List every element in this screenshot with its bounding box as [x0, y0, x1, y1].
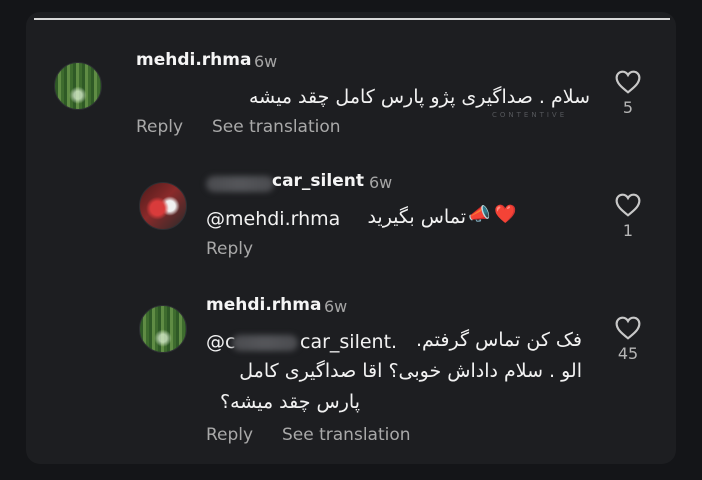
like-count: 1 [622, 221, 634, 240]
reply-button[interactable]: Reply [206, 425, 253, 445]
megaphone-icon: 📣 [468, 204, 491, 225]
avatar[interactable] [139, 305, 187, 353]
avatar[interactable] [54, 62, 102, 110]
comment-username[interactable]: mehdi.rhma [136, 50, 251, 70]
see-translation-button[interactable]: See translation [282, 425, 411, 445]
comment-text-line-2: الو . سلام داداش خوبی؟ اقا صداگیری کامل [239, 360, 582, 382]
mention-link[interactable]: @mehdi.rhma [206, 208, 340, 230]
avatar[interactable] [139, 182, 187, 230]
comment-username[interactable]: car_silent [272, 171, 364, 191]
see-translation-button[interactable]: See translation [212, 117, 341, 137]
watermark: CONTENTIVE [492, 111, 568, 119]
reply-button[interactable]: Reply [206, 239, 253, 259]
like-button[interactable]: 5 [613, 70, 643, 117]
comment-text: تماس بگیرید [367, 206, 466, 228]
like-count: 45 [617, 344, 639, 363]
comment-time: 6w [369, 173, 393, 192]
heart-icon [615, 70, 641, 94]
heart-icon [615, 193, 641, 217]
comment-time: 6w [324, 297, 348, 316]
like-count: 5 [622, 98, 634, 117]
heart-icon [615, 316, 641, 340]
blurred-username-prefix [206, 176, 274, 192]
mention-link-suffix[interactable]: car_silent. [300, 331, 397, 353]
comment-text-line-1: فک کن تماس گرفتم. [416, 329, 582, 351]
like-button[interactable]: 45 [613, 316, 643, 363]
comment-username[interactable]: mehdi.rhma [206, 295, 321, 315]
comment-text-line-3: پارس چقد میشه؟ [220, 391, 360, 413]
divider [34, 18, 670, 20]
comment-time: 6w [254, 52, 278, 71]
heart-emoji: ❤️ [494, 204, 517, 225]
reply-button[interactable]: Reply [136, 117, 183, 137]
comment-text: سلام . صداگیری پژو پارس کامل چقد میشه [248, 86, 590, 108]
like-button[interactable]: 1 [613, 193, 643, 240]
blurred-mention [232, 335, 298, 351]
